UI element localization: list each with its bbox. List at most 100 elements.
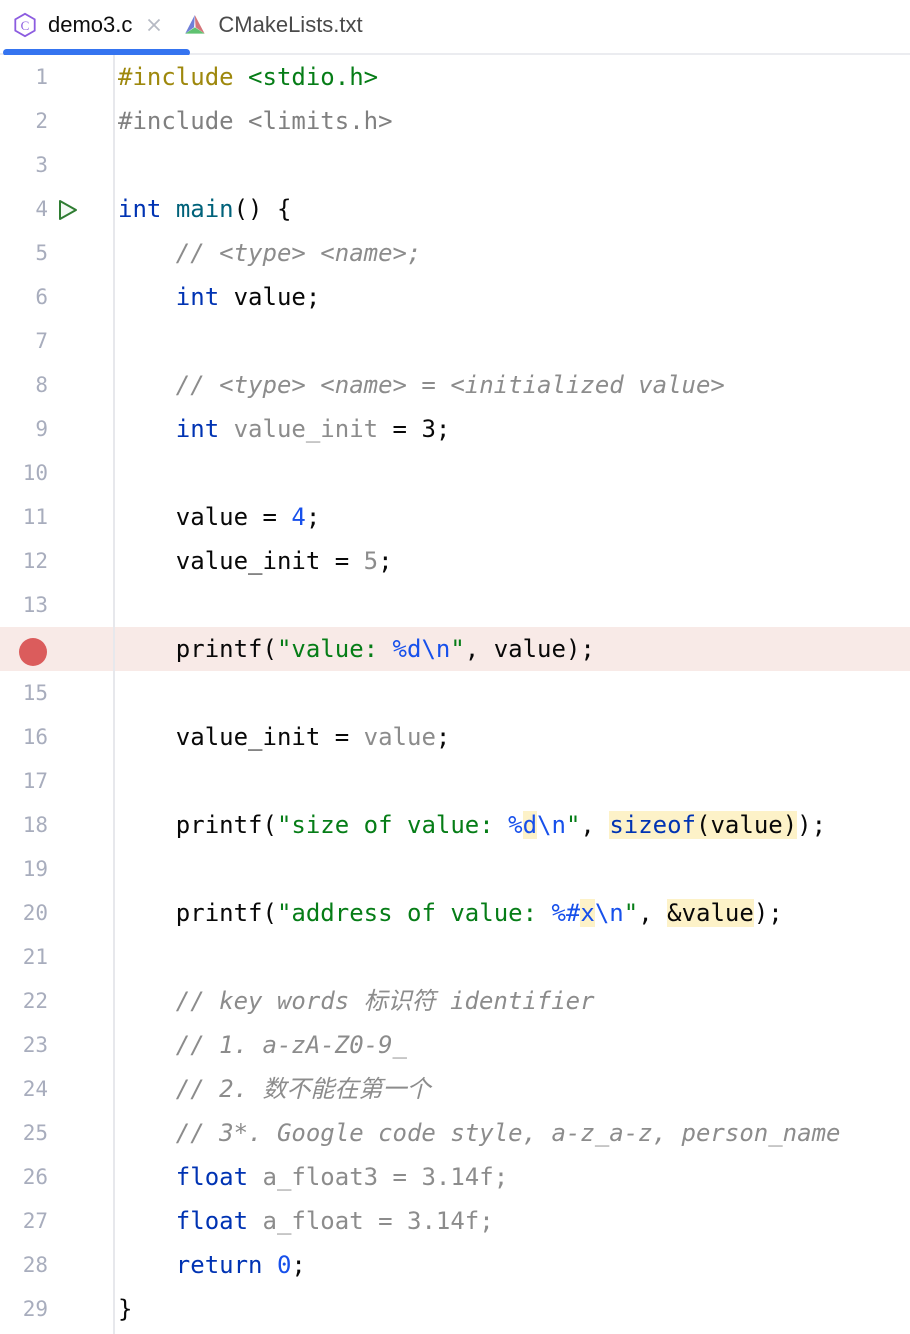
code-text[interactable]: // 3*. Google code style, a-z_a-z, perso…	[118, 1111, 841, 1155]
gutter-cell[interactable]: 22	[0, 979, 113, 1023]
code-text[interactable]: float a_float3 = 3.14f;	[118, 1155, 508, 1199]
gutter-cell[interactable]	[0, 627, 113, 671]
code-text[interactable]: printf("address of value: %#x\n", &value…	[118, 891, 783, 935]
code-text[interactable]: // 1. a-zA-Z0-9_	[118, 1023, 407, 1067]
gutter-cell[interactable]: 20	[0, 891, 113, 935]
breakpoint-icon[interactable]	[19, 638, 47, 666]
code-text[interactable]: // <type> <name>;	[118, 231, 422, 275]
gutter-cell[interactable]: 6	[0, 275, 113, 319]
code-line[interactable]: 9 int value_init = 3;	[0, 407, 910, 451]
code-text[interactable]: value = 4;	[118, 495, 321, 539]
code-text[interactable]: value_init = 5;	[118, 539, 393, 583]
code-token: value =	[118, 503, 292, 531]
gutter-cell[interactable]: 5	[0, 231, 113, 275]
gutter-cell[interactable]: 8	[0, 363, 113, 407]
code-line[interactable]: 26 float a_float3 = 3.14f;	[0, 1155, 910, 1199]
code-text[interactable]: // 2. 数不能在第一个	[118, 1067, 431, 1111]
code-line-container: 1 #include <stdio.h> 2 #include <limits.h> 3…	[0, 55, 910, 1331]
code-line[interactable]: 6 int value;	[0, 275, 910, 319]
gutter-cell[interactable]: 28	[0, 1243, 113, 1287]
gutter-cell[interactable]: 24	[0, 1067, 113, 1111]
gutter-cell[interactable]: 10	[0, 451, 113, 495]
gutter-cell[interactable]: 23	[0, 1023, 113, 1067]
gutter-cell[interactable]: 18	[0, 803, 113, 847]
code-text[interactable]: printf("size of value: %d\n", sizeof(val…	[118, 803, 826, 847]
code-line[interactable]: 25 // 3*. Google code style, a-z_a-z, pe…	[0, 1111, 910, 1155]
code-line[interactable]: 29}	[0, 1287, 910, 1331]
code-line[interactable]: 7	[0, 319, 910, 363]
code-line[interactable]: 19	[0, 847, 910, 891]
gutter-cell[interactable]: 17	[0, 759, 113, 803]
code-line[interactable]: 15	[0, 671, 910, 715]
code-text[interactable]: int value_init = 3;	[118, 407, 451, 451]
code-text[interactable]: int value;	[118, 275, 321, 319]
gutter-cell[interactable]: 19	[0, 847, 113, 891]
gutter-cell[interactable]: 13	[0, 583, 113, 627]
close-icon[interactable]	[144, 15, 164, 35]
gutter-cell[interactable]: 9	[0, 407, 113, 451]
cmake-file-icon	[182, 12, 208, 38]
code-line[interactable]: 8 // <type> <name> = <initialized value>	[0, 363, 910, 407]
code-text[interactable]: }	[118, 1287, 132, 1331]
tab-demo3-c[interactable]: C demo3.c	[3, 0, 173, 50]
code-line[interactable]: 11 value = 4;	[0, 495, 910, 539]
gutter-cell[interactable]: 1	[0, 55, 113, 99]
code-line[interactable]: printf("value: %d\n", value);	[0, 627, 910, 671]
gutter-cell[interactable]: 26	[0, 1155, 113, 1199]
line-number: 15	[22, 681, 48, 705]
gutter-cell[interactable]: 11	[0, 495, 113, 539]
gutter-cell[interactable]: 29	[0, 1287, 113, 1331]
code-text[interactable]: // key words 标识符 identifier	[118, 979, 595, 1023]
code-token: }	[118, 1295, 133, 1323]
code-token: "size of value:	[276, 811, 509, 839]
gutter-cell[interactable]: 25	[0, 1111, 113, 1155]
code-line[interactable]: 24 // 2. 数不能在第一个	[0, 1067, 910, 1111]
code-line[interactable]: 16 value_init = value;	[0, 715, 910, 759]
code-text[interactable]: value_init = value;	[118, 715, 451, 759]
code-line[interactable]: 20 printf("address of value: %#x\n", &va…	[0, 891, 910, 935]
code-line[interactable]: 27 float a_float = 3.14f;	[0, 1199, 910, 1243]
code-line[interactable]: 13	[0, 583, 910, 627]
code-line[interactable]: 2 #include <limits.h>	[0, 99, 910, 143]
gutter-cell[interactable]: 7	[0, 319, 113, 363]
code-line[interactable]: 21	[0, 935, 910, 979]
code-line[interactable]: 3	[0, 143, 910, 187]
code-token: &value	[667, 899, 754, 927]
code-line[interactable]: 5 // <type> <name>;	[0, 231, 910, 275]
code-line[interactable]: 10	[0, 451, 910, 495]
code-line[interactable]: 17	[0, 759, 910, 803]
gutter-cell[interactable]: 15	[0, 671, 113, 715]
code-text[interactable]: // <type> <name> = <initialized value>	[118, 363, 725, 407]
gutter-cell[interactable]: 27	[0, 1199, 113, 1243]
code-line[interactable]: 23 // 1. a-zA-Z0-9_	[0, 1023, 910, 1067]
code-line[interactable]: 12 value_init = 5;	[0, 539, 910, 583]
code-text[interactable]: printf("value: %d\n", value);	[118, 627, 595, 671]
line-number: 16	[22, 725, 48, 749]
gutter-cell[interactable]: 21	[0, 935, 113, 979]
gutter-cell[interactable]: 16	[0, 715, 113, 759]
code-token: #include	[118, 63, 249, 91]
code-line[interactable]: 18 printf("size of value: %d\n", sizeof(…	[0, 803, 910, 847]
code-line[interactable]: 1 #include <stdio.h>	[0, 55, 910, 99]
code-token: #include <limits.h>	[118, 107, 393, 135]
gutter-cell[interactable]: 3	[0, 143, 113, 187]
code-text[interactable]: #include <limits.h>	[118, 99, 393, 143]
gutter-cell[interactable]: 4	[0, 187, 113, 231]
code-line[interactable]: 22 // key words 标识符 identifier	[0, 979, 910, 1023]
code-token: 0	[276, 1251, 292, 1279]
code-editor[interactable]: 1 #include <stdio.h> 2 #include <limits.h> 3…	[0, 55, 910, 1334]
gutter-cell[interactable]: 12	[0, 539, 113, 583]
run-play-icon[interactable]	[54, 197, 80, 223]
code-text[interactable]: return 0;	[118, 1243, 306, 1287]
line-number: 10	[22, 461, 48, 485]
code-text[interactable]: #include <stdio.h>	[118, 55, 378, 99]
gutter-cell[interactable]: 2	[0, 99, 113, 143]
code-text[interactable]: float a_float = 3.14f;	[118, 1199, 494, 1243]
line-number: 3	[35, 153, 48, 177]
code-line[interactable]: 28 return 0;	[0, 1243, 910, 1287]
code-line[interactable]: 4 int main() {	[0, 187, 910, 231]
tab-cmakelists-txt[interactable]: CMakeLists.txt	[173, 0, 371, 50]
code-text[interactable]: int main() {	[118, 187, 291, 231]
